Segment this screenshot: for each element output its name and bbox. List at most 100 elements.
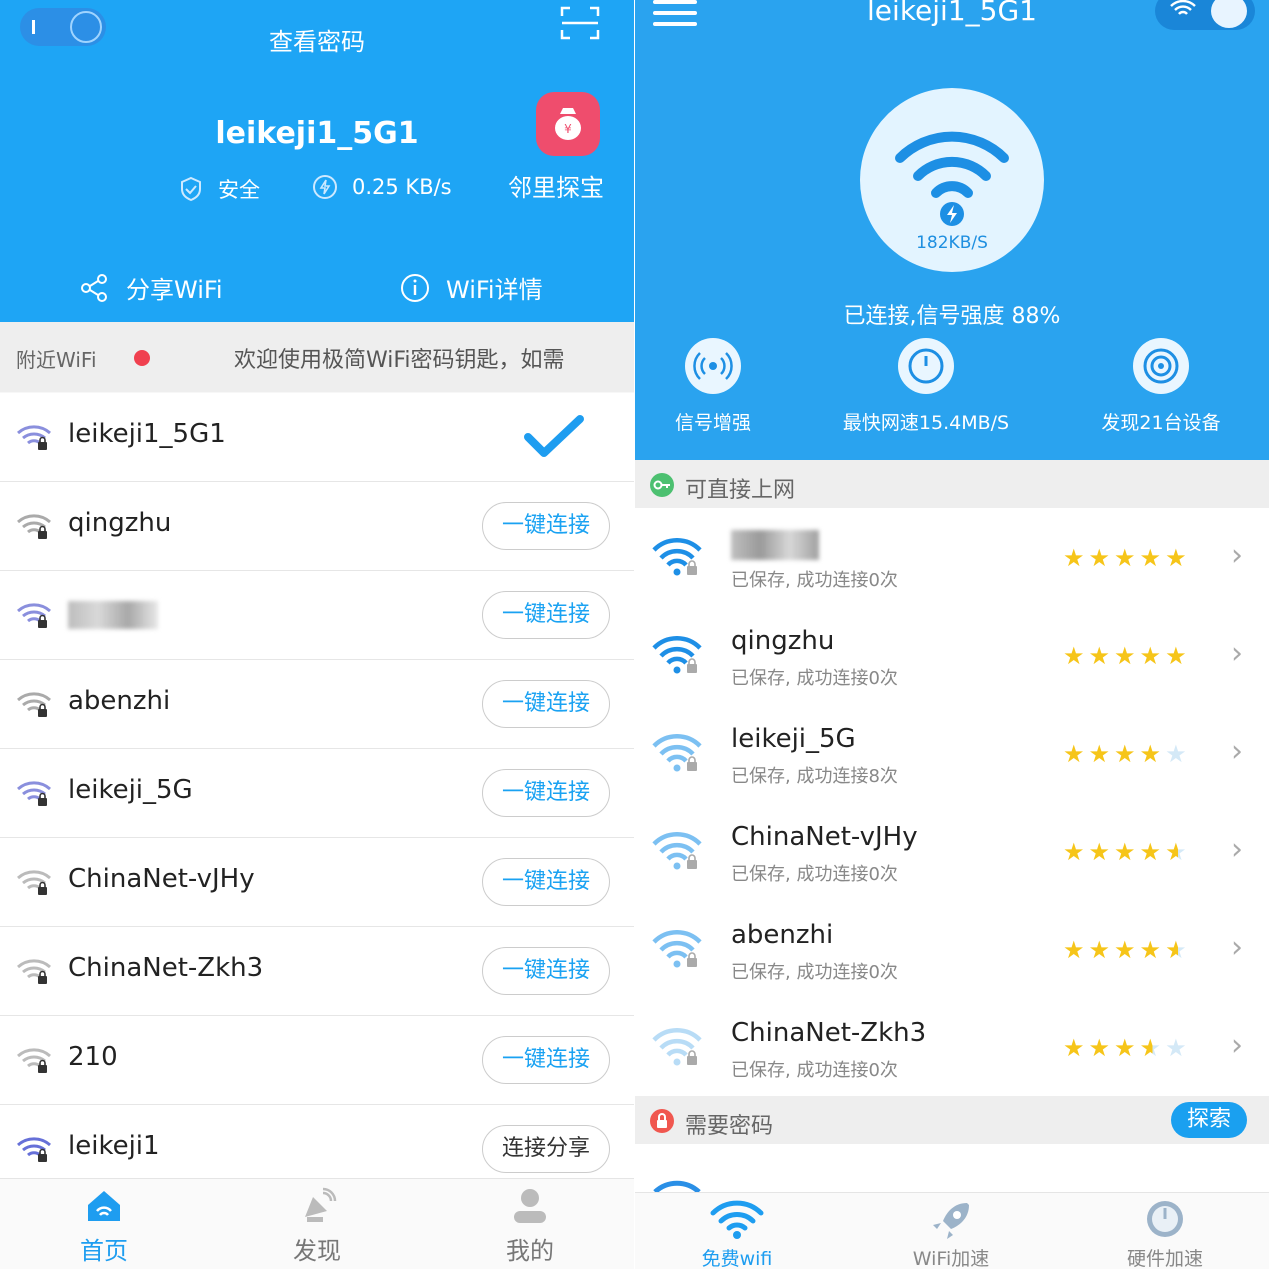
gauge-icon (1147, 1201, 1183, 1237)
devices-button[interactable]: 发现21台设备 (1091, 338, 1231, 435)
share-wifi-button[interactable]: 分享WiFi (80, 270, 223, 305)
wifi-row[interactable]: 一键连接 (0, 571, 634, 660)
saved-wifi-row[interactable]: 已保存, 成功连接0次 ★★★★★ › (635, 508, 1269, 607)
wifi-row[interactable]: ChinaNet-Zkh3 一键连接 (0, 927, 634, 1016)
home-icon (88, 1191, 120, 1221)
money-bag-icon: ¥ (555, 108, 581, 140)
wifi-name: leikeji1 (68, 1131, 160, 1161)
wifi-lock-icon (652, 1028, 702, 1066)
star-icon: ★ (1114, 838, 1140, 866)
wifi-row[interactable]: leikeji1_5G1 (0, 393, 634, 482)
wifi-name: ChinaNet-vJHy (731, 822, 918, 852)
rocket-icon (933, 1203, 969, 1239)
signal-boost-icon (693, 352, 733, 380)
wifi-row[interactable]: leikeji_5G 一键连接 (0, 749, 634, 838)
saved-wifi-row[interactable]: leikeji_5G 已保存, 成功连接8次 ★★★★★ › (635, 704, 1269, 803)
speed-value: 182KB/S (916, 233, 988, 253)
tab-discover[interactable]: 发现 (257, 1187, 377, 1266)
wifi-name: 210 (68, 1042, 118, 1072)
explore-button[interactable]: 探索 (1171, 1102, 1247, 1138)
saved-wifi-row[interactable]: abenzhi 已保存, 成功连接0次 ★★★★★ › (635, 900, 1269, 999)
tab-mine-label: 我的 (506, 1237, 554, 1265)
info-icon (401, 273, 429, 302)
star-icon: ★ (1139, 642, 1166, 670)
connection-status: 已连接,信号强度 88% (843, 304, 1061, 329)
chevron-right-icon[interactable]: › (1231, 832, 1243, 867)
connect-button[interactable]: 一键连接 (482, 680, 610, 728)
star-icon: ★ (1063, 838, 1089, 866)
chevron-right-icon[interactable]: › (1231, 734, 1243, 769)
star-icon: ★ (1088, 838, 1115, 866)
wifi-lock-icon (652, 636, 702, 674)
speed-status: 0.25 KB/s (312, 174, 452, 200)
tab-home[interactable]: 首页 (44, 1187, 164, 1266)
wifi-row[interactable]: qingzhu 一键连接 (0, 482, 634, 571)
star-icon: ★ (1114, 936, 1140, 964)
left-header: 查看密码 leikeji1_5G1 安全 0.25 KB/s ¥ 邻里探宝 分享… (0, 0, 634, 322)
wifi-name: abenzhi (731, 920, 834, 950)
wifi-name: qingzhu (68, 508, 172, 538)
person-icon (514, 1189, 546, 1223)
wifi-details-button[interactable]: WiFi详情 (400, 270, 543, 305)
signal-boost-button[interactable]: 信号增强 (651, 338, 775, 435)
speedometer-icon (908, 348, 944, 384)
connection-history: 已保存, 成功连接0次 (731, 962, 898, 983)
wifi-row[interactable]: ChinaNet-vJHy 一键连接 (0, 838, 634, 927)
wifi-lock-icon (17, 425, 51, 450)
chevron-right-icon[interactable]: › (1231, 930, 1243, 965)
page-title: 查看密码 (269, 28, 365, 56)
wifi-large-icon (895, 131, 1009, 226)
wifi-row[interactable]: 210 一键连接 (0, 1016, 634, 1105)
star-icon: ★ (1139, 936, 1166, 964)
saved-wifi-row[interactable]: ChinaNet-vJHy 已保存, 成功连接0次 ★★★★★ › (635, 802, 1269, 901)
wifi-switch[interactable] (1155, 0, 1255, 30)
signal-boost-label: 信号增强 (674, 412, 751, 434)
speed-circle[interactable]: 182KB/S (860, 88, 1044, 272)
connect-button[interactable]: 一键连接 (482, 769, 610, 817)
wifi-name: leikeji_5G (731, 724, 856, 754)
saved-wifi-row[interactable]: ChinaNet-Zkh3 已保存, 成功连接0次 ★★★★★ › (635, 998, 1269, 1097)
wifi-small-icon (1170, 0, 1196, 15)
star-icon: ★ (1114, 1034, 1140, 1062)
star-icon: ★ (1139, 1034, 1166, 1062)
star-icon: ★ (1063, 642, 1089, 670)
connect-button[interactable]: 一键连接 (482, 591, 610, 639)
wifi-row[interactable]: abenzhi 一键连接 (0, 660, 634, 749)
connection-history: 已保存, 成功连接0次 (731, 1060, 898, 1081)
treasure-button[interactable]: ¥ (536, 92, 600, 156)
bottom-nav: 免费wifi WiFi加速 硬件加速 (635, 1192, 1269, 1269)
wifi-lock-icon (17, 1048, 51, 1073)
chevron-right-icon[interactable]: › (1231, 1028, 1243, 1063)
star-icon: ★ (1063, 1034, 1089, 1062)
wifi-name: ChinaNet-vJHy (68, 864, 255, 894)
tab-wifi-boost[interactable]: WiFi加速 (881, 1199, 1021, 1269)
fastest-speed-button[interactable]: 最快网速15.4MB/S (831, 338, 1021, 435)
rating-stars: ★★★★★ (1063, 1034, 1191, 1062)
rating-stars: ★★★★★ (1063, 544, 1191, 572)
key-icon (650, 473, 674, 497)
wifi-name: ChinaNet-Zkh3 (731, 1018, 927, 1048)
chevron-right-icon[interactable]: › (1231, 538, 1243, 573)
chevron-right-icon[interactable]: › (1231, 636, 1243, 671)
treasure-label[interactable]: 邻里探宝 (508, 168, 604, 203)
connect-button[interactable]: 一键连接 (482, 947, 610, 995)
scan-icon[interactable] (560, 4, 600, 42)
star-icon: ★ (1114, 740, 1140, 768)
wifi-lock-icon (652, 832, 702, 870)
tab-free-wifi[interactable]: 免费wifi (667, 1199, 807, 1269)
wifi-name: qingzhu (731, 626, 835, 656)
connect-button[interactable]: 一键连接 (482, 858, 610, 906)
connect-button[interactable]: 一键连接 (482, 1036, 610, 1084)
saved-wifi-row[interactable]: qingzhu 已保存, 成功连接0次 ★★★★★ › (635, 606, 1269, 705)
tab-hardware-boost-label: 硬件加速 (1126, 1248, 1203, 1269)
connect-button[interactable]: 连接分享 (482, 1125, 610, 1173)
rating-stars: ★★★★★ (1063, 740, 1191, 768)
tab-mine[interactable]: 我的 (470, 1187, 590, 1266)
section-password-label: 需要密码 (685, 1114, 774, 1139)
star-icon: ★ (1063, 936, 1089, 964)
tab-hardware-boost[interactable]: 硬件加速 (1095, 1199, 1235, 1269)
nearby-wifi-label: 附近WiFi (16, 348, 97, 372)
connect-button[interactable]: 一键连接 (482, 502, 610, 550)
satellite-icon (305, 1187, 337, 1222)
star-icon: ★ (1088, 936, 1115, 964)
